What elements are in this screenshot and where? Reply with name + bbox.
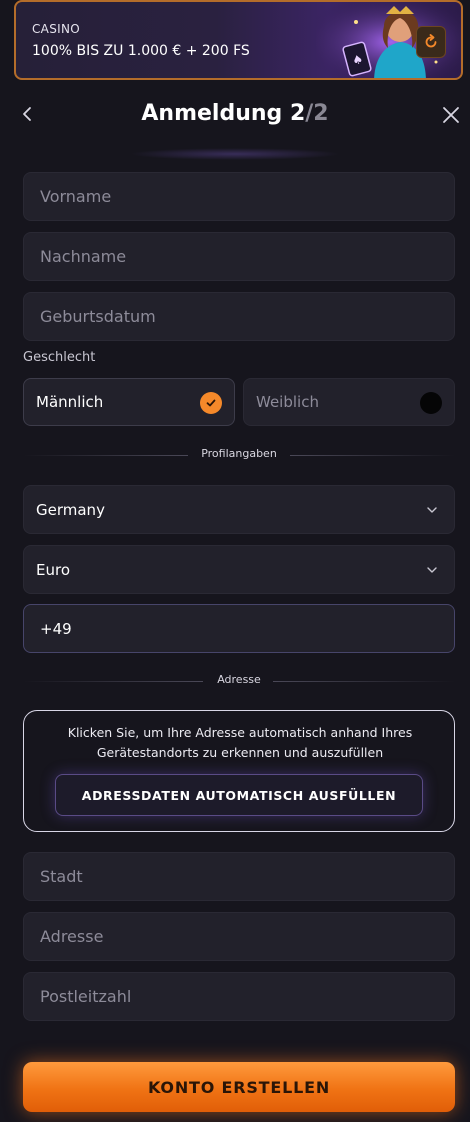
close-icon[interactable] xyxy=(440,104,462,126)
phone-prefix: +49 xyxy=(40,619,72,638)
page-title-step: Anmeldung 2 xyxy=(141,101,306,126)
country-select[interactable]: Germany xyxy=(23,485,455,534)
gender-option-female[interactable]: Weiblich xyxy=(243,378,455,426)
page-title: Anmeldung 2/2 xyxy=(0,101,470,126)
radio-checked xyxy=(200,392,222,414)
gender-female-label: Weiblich xyxy=(256,393,319,411)
address-autofill-panel: Klicken Sie, um Ihre Adresse automatisch… xyxy=(23,710,455,832)
zip-input[interactable]: Postleitzahl xyxy=(23,972,455,1021)
currency-value: Euro xyxy=(36,560,70,579)
promo-title: 100% BIS ZU 1.000 € + 200 FS xyxy=(32,43,250,59)
check-icon xyxy=(206,399,216,407)
city-input[interactable]: Stadt xyxy=(23,852,455,901)
gender-male-label: Männlich xyxy=(36,393,104,411)
birthdate-placeholder: Geburtsdatum xyxy=(40,307,156,326)
autofill-address-button[interactable]: ADRESSDATEN AUTOMATISCH AUSFÜLLEN xyxy=(55,774,423,816)
first-name-placeholder: Vorname xyxy=(40,187,112,206)
address-placeholder: Adresse xyxy=(40,927,104,946)
create-account-button[interactable]: KONTO ERSTELLEN xyxy=(23,1062,455,1112)
profile-section-label: Profilangaben xyxy=(201,447,277,460)
gender-option-male[interactable]: Männlich xyxy=(23,378,235,426)
birthdate-input[interactable]: Geburtsdatum xyxy=(23,292,455,341)
header-glow xyxy=(130,148,340,160)
autofill-hint: Klicken Sie, um Ihre Adresse automatisch… xyxy=(67,725,413,760)
refresh-button[interactable] xyxy=(416,26,446,58)
first-name-input[interactable]: Vorname xyxy=(23,172,455,221)
address-section-label: Adresse xyxy=(217,673,261,686)
city-placeholder: Stadt xyxy=(40,867,83,886)
currency-select[interactable]: Euro xyxy=(23,545,455,594)
chevron-down-icon xyxy=(427,507,437,513)
gender-label: Geschlecht xyxy=(23,350,96,365)
zip-placeholder: Postleitzahl xyxy=(40,987,132,1006)
refresh-icon xyxy=(425,34,437,48)
address-divider: Adresse xyxy=(23,673,455,689)
promo-category: CASINO xyxy=(32,22,80,36)
last-name-placeholder: Nachname xyxy=(40,247,127,266)
registration-header: Anmeldung 2/2 xyxy=(0,96,470,136)
profile-divider: Profilangaben xyxy=(23,447,455,463)
radio-unchecked xyxy=(420,392,442,414)
page-title-total: /2 xyxy=(305,101,329,126)
phone-input[interactable]: +49 xyxy=(23,604,455,653)
address-input[interactable]: Adresse xyxy=(23,912,455,961)
promo-banner[interactable]: CASINO 100% BIS ZU 1.000 € + 200 FS ♠ xyxy=(14,0,463,80)
country-value: Germany xyxy=(36,500,105,519)
chevron-down-icon xyxy=(427,567,437,573)
last-name-input[interactable]: Nachname xyxy=(23,232,455,281)
